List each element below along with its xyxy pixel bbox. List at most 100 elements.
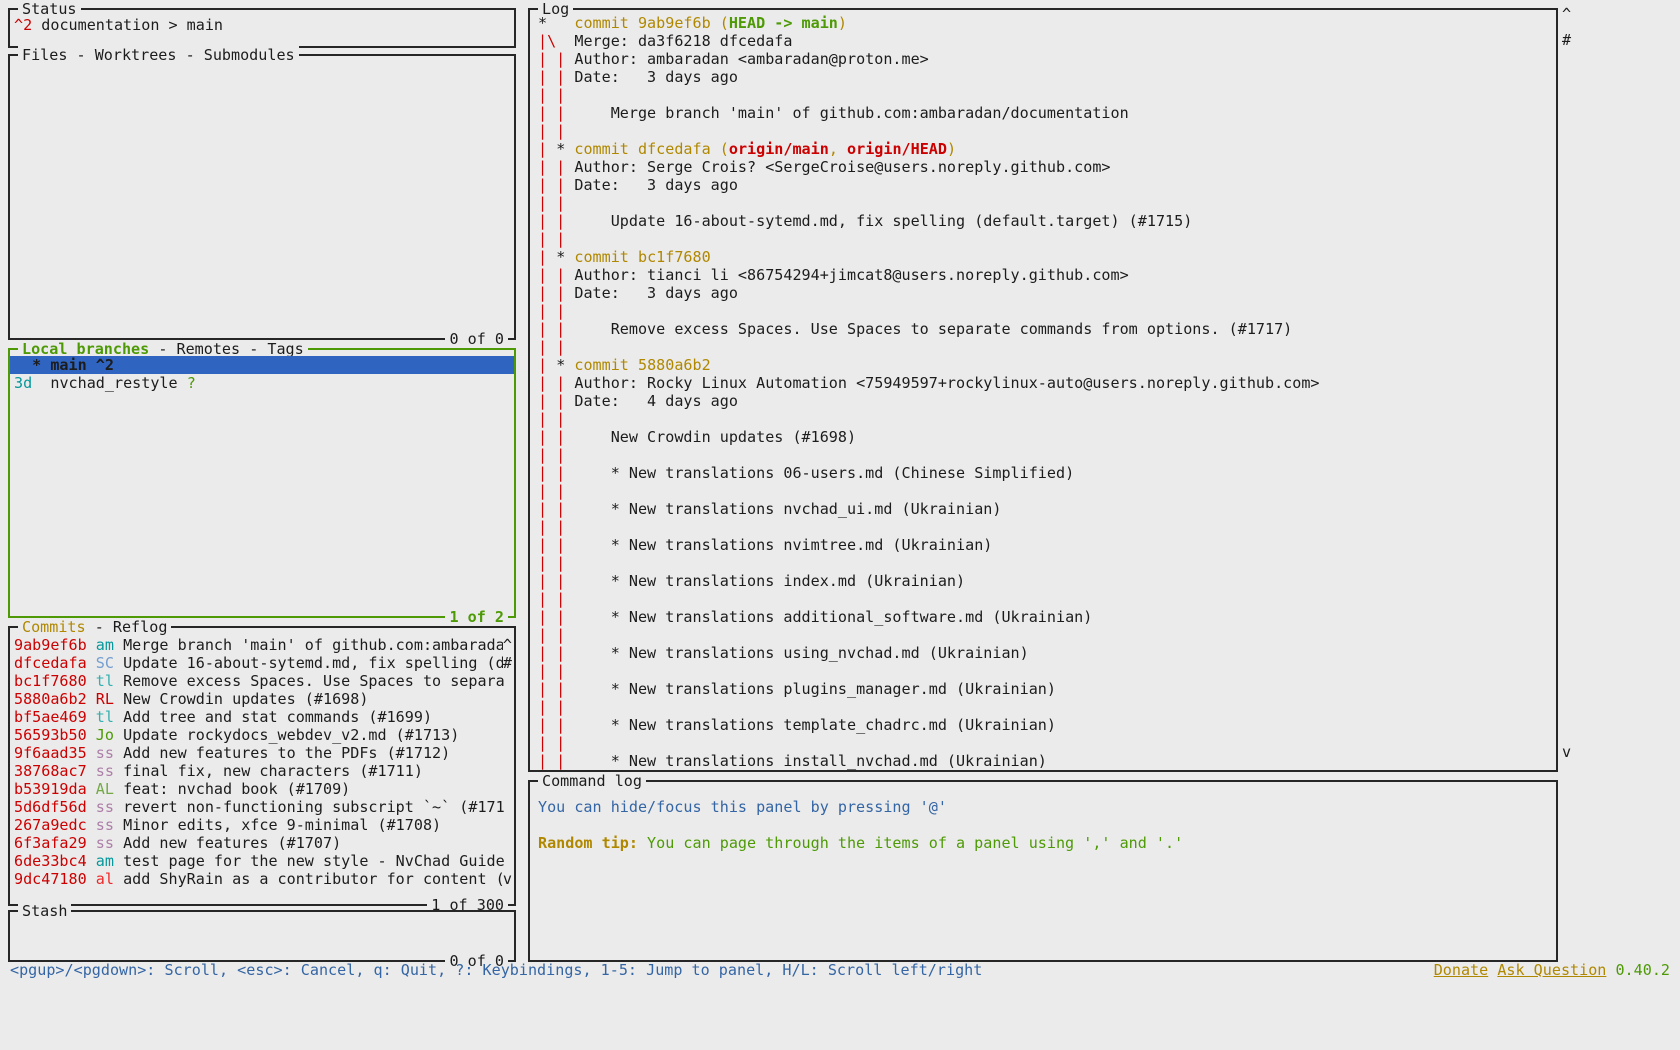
commit-hash: dfcedafa: [14, 654, 96, 672]
commit-row[interactable]: 9ab9ef6b am Merge branch 'main' of githu…: [14, 636, 512, 654]
commit-list: 9ab9ef6b am Merge branch 'main' of githu…: [10, 628, 514, 904]
log-line: | | Author: Serge Crois? <SergeCroise@us…: [538, 158, 1548, 176]
commit-author: RL: [96, 690, 123, 708]
commit-author: Jo: [96, 726, 123, 744]
commit-row[interactable]: 6f3afa29 ss Add new features (#1707): [14, 834, 512, 852]
command-log-panel[interactable]: Command log You can hide/focus this pane…: [528, 780, 1558, 962]
log-line: | |: [538, 698, 1548, 716]
log-scrollbar[interactable]: ^ # v: [1562, 0, 1578, 770]
log-line: | | * New translations 06-users.md (Chin…: [538, 464, 1548, 482]
log-line: | |: [538, 122, 1548, 140]
status-bar-link[interactable]: Ask Question: [1497, 961, 1606, 979]
commit-message: feat: nvchad book (#1709): [123, 780, 512, 798]
scroll-down-indicator[interactable]: v: [1562, 743, 1571, 761]
commit-author: ss: [96, 762, 123, 780]
stash-panel-content: [10, 912, 514, 960]
commit-message: final fix, new characters (#1711): [123, 762, 512, 780]
log-line: | * commit dfcedafa (origin/main, origin…: [538, 140, 1548, 158]
log-line: | | Date: 3 days ago: [538, 176, 1548, 194]
branches-panel[interactable]: Local branches - Remotes - Tags * main ^…: [8, 348, 516, 618]
version-label: 0.40.2: [1615, 961, 1670, 979]
files-panel-content: [10, 56, 514, 338]
log-line: | |: [538, 86, 1548, 104]
log-line: | |: [538, 194, 1548, 212]
commit-row[interactable]: 56593b50 Jo Update rockydocs_webdev_v2.m…: [14, 726, 512, 744]
commit-row[interactable]: 5880a6b2 RL New Crowdin updates (#1698): [14, 690, 512, 708]
log-line: | |: [538, 230, 1548, 248]
log-line: |\ Merge: da3f6218 dfcedafa: [538, 32, 1548, 50]
log-line: | | Author: ambaradan <ambaradan@proton.…: [538, 50, 1548, 68]
commit-author: al: [96, 870, 123, 888]
commit-message: Add new features (#1707): [123, 834, 512, 852]
branch-row[interactable]: * main ^2: [10, 356, 514, 374]
commit-author: tl: [96, 708, 123, 726]
commit-hash: 9f6aad35: [14, 744, 96, 762]
status-line: ^2 documentation > main: [14, 16, 510, 34]
command-log-line: Random tip: You can page through the ite…: [538, 834, 1548, 852]
command-log-line: You can hide/focus this panel by pressin…: [538, 798, 1548, 816]
files-panel[interactable]: Files - Worktrees - Submodules 0 of 0: [8, 54, 516, 340]
commit-hash: 38768ac7: [14, 762, 96, 780]
commit-row[interactable]: 267a9edc ss Minor edits, xfce 9-minimal …: [14, 816, 512, 834]
commit-author: tl: [96, 672, 123, 690]
commit-row[interactable]: 5d6df56d ss revert non-functioning subsc…: [14, 798, 512, 816]
commit-row[interactable]: dfcedafa SC Update 16-about-sytemd.md, f…: [14, 654, 512, 672]
commits-panel[interactable]: Commits - Reflog 9ab9ef6b am Merge branc…: [8, 626, 516, 906]
log-line: | |: [538, 338, 1548, 356]
log-line: | | * New translations additional_softwa…: [538, 608, 1548, 626]
log-line: | | Author: tianci li <86754294+jimcat8@…: [538, 266, 1548, 284]
log-line: * commit 9ab9ef6b (HEAD -> main): [538, 14, 1548, 32]
log-line: | | Date: 3 days ago: [538, 68, 1548, 86]
commit-hash: 6f3afa29: [14, 834, 96, 852]
branch-row[interactable]: 3d nvchad_restyle ?: [10, 374, 514, 392]
status-bar-link[interactable]: Donate: [1434, 961, 1489, 979]
log-line: | | * New translations using_nvchad.md (…: [538, 644, 1548, 662]
commit-hash: 9dc47180: [14, 870, 96, 888]
log-line: | | Date: 4 days ago: [538, 392, 1548, 410]
log-line: | | Remove excess Spaces. Use Spaces to …: [538, 320, 1548, 338]
commit-author: ss: [96, 798, 123, 816]
log-line: | * commit 5880a6b2: [538, 356, 1548, 374]
status-panel[interactable]: Status ^2 documentation > main: [8, 8, 516, 48]
log-line: | | Date: 3 days ago: [538, 284, 1548, 302]
commit-message: New Crowdin updates (#1698): [123, 690, 512, 708]
log-line: | | * New translations index.md (Ukraini…: [538, 572, 1548, 590]
commit-author: ss: [96, 744, 123, 762]
ahead-indicator: ^2: [14, 16, 32, 34]
commit-row[interactable]: bf5ae469 tl Add tree and stat commands (…: [14, 708, 512, 726]
commit-author: AL: [96, 780, 123, 798]
commit-message: add ShyRain as a contributor for content…: [123, 870, 503, 888]
keybinding-hints: <pgup>/<pgdown>: Scroll, <esc>: Cancel, …: [10, 960, 982, 982]
log-lines: * commit 9ab9ef6b (HEAD -> main)|\ Merge…: [530, 10, 1556, 770]
log-line: | |: [538, 410, 1548, 428]
scroll-up-indicator[interactable]: ^: [1562, 5, 1571, 23]
commit-row[interactable]: bc1f7680 tl Remove excess Spaces. Use Sp…: [14, 672, 512, 690]
branches-counter: 1 of 2: [445, 608, 508, 626]
commit-hash: 6de33bc4: [14, 852, 96, 870]
commit-message: Update rockydocs_webdev_v2.md (#1713): [123, 726, 512, 744]
files-counter: 0 of 0: [445, 330, 508, 348]
commit-row[interactable]: 6de33bc4 am test page for the new style …: [14, 852, 512, 870]
branch-list: * main ^23d nvchad_restyle ?: [10, 350, 514, 616]
status-bar: <pgup>/<pgdown>: Scroll, <esc>: Cancel, …: [0, 960, 1680, 982]
commit-scrollbar-char: ^: [503, 636, 512, 654]
stash-panel[interactable]: Stash 0 of 0: [8, 910, 516, 962]
scroll-thumb-indicator[interactable]: #: [1562, 31, 1571, 49]
commit-message: Update 16-about-sytemd.md, fix spelling …: [123, 654, 503, 672]
commit-author: ss: [96, 834, 123, 852]
log-panel[interactable]: Log * commit 9ab9ef6b (HEAD -> main)|\ M…: [528, 8, 1558, 772]
commit-hash: bc1f7680: [14, 672, 96, 690]
commit-scrollbar-char: v: [503, 870, 512, 888]
commit-row[interactable]: 9f6aad35 ss Add new features to the PDFs…: [14, 744, 512, 762]
log-line: | |: [538, 554, 1548, 572]
log-line: | |: [538, 734, 1548, 752]
commit-row[interactable]: 38768ac7 ss final fix, new characters (#…: [14, 762, 512, 780]
log-line: | |: [538, 590, 1548, 608]
command-log-line: [538, 816, 1548, 834]
commit-message: test page for the new style - NvChad Gui…: [123, 852, 512, 870]
lazygit-screen: Status ^2 documentation > main Files - W…: [0, 0, 1680, 1050]
commit-hash: bf5ae469: [14, 708, 96, 726]
commit-row[interactable]: 9dc47180 al add ShyRain as a contributor…: [14, 870, 512, 888]
commit-hash: 267a9edc: [14, 816, 96, 834]
commit-row[interactable]: b53919da AL feat: nvchad book (#1709): [14, 780, 512, 798]
